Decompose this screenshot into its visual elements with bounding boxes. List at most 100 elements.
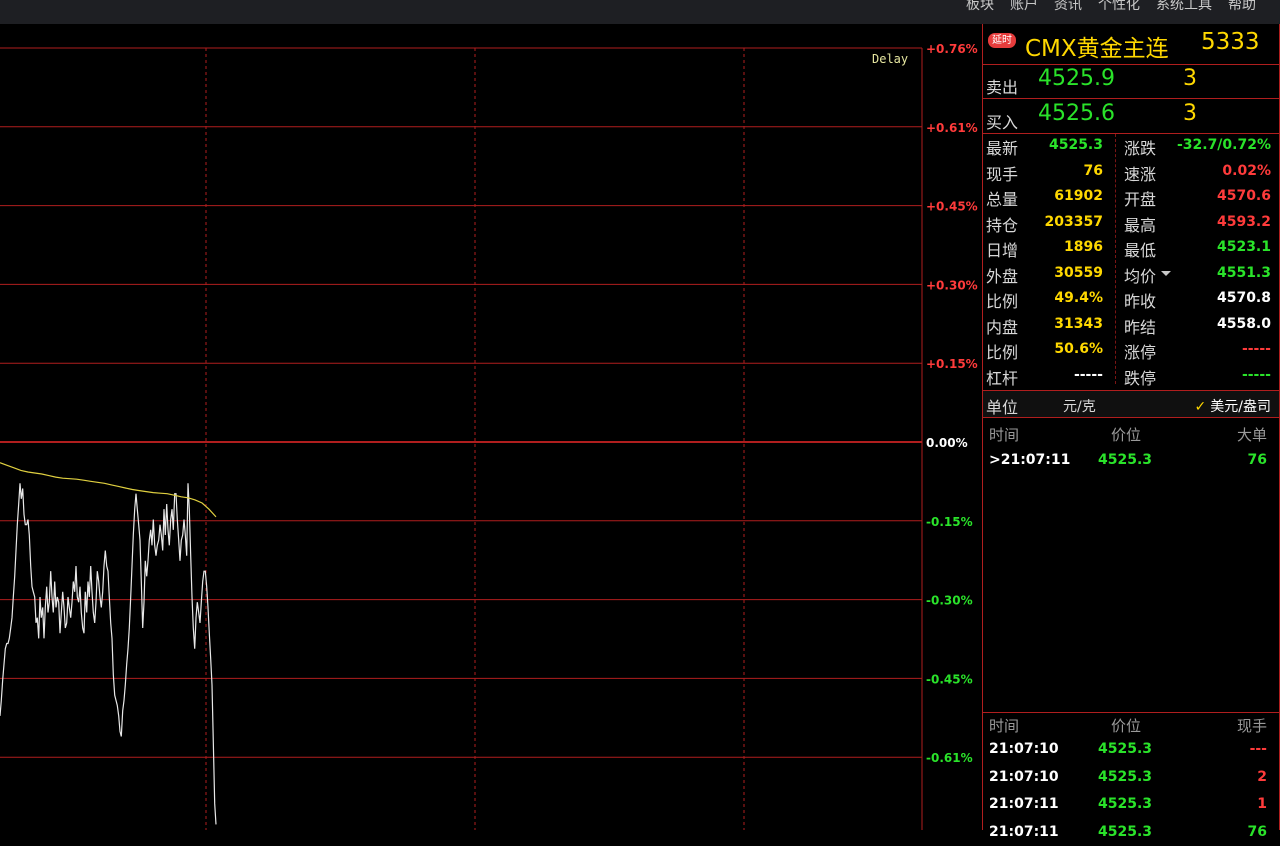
quote-field-label: 开盘	[1124, 190, 1157, 209]
quote-row: 总量 61902 开盘 4570.6	[983, 183, 1279, 209]
percent-tick-label: -0.45%	[926, 672, 973, 686]
big-order-header-qty: 大单	[1236, 426, 1267, 444]
tick-row-price: 4525.3	[1098, 741, 1153, 757]
unit-label: 单位	[986, 398, 1019, 417]
tick-row-qty: ---	[1249, 741, 1267, 757]
tick-header-qty: 现手	[1236, 717, 1267, 735]
quote-field-value: 4570.8	[1216, 290, 1271, 306]
unit-option-usd-ounce-label: 美元/盎司	[1210, 399, 1271, 415]
unit-option-yuan-gram[interactable]: 元/克	[1063, 396, 1096, 416]
quote-field-label: 涨跌	[1124, 139, 1157, 158]
top-menu-bar: 板块 账户 资讯 个性化 系统工具 帮助	[0, 0, 1280, 24]
quote-field-label: 跌停	[1124, 368, 1157, 388]
tick-header: 时间 价位 现手	[983, 713, 1279, 737]
ask-price: 4525.9	[1038, 66, 1115, 91]
tick-row[interactable]: 21:07:10 4525.3 ---	[983, 737, 1279, 763]
menu-personalize[interactable]: 个性化	[1098, 0, 1140, 14]
tick-row-time: 21:07:11	[989, 796, 1059, 812]
instrument-name: CMX黄金主连	[1025, 36, 1169, 62]
quote-field-label: 涨停	[1124, 343, 1157, 362]
big-order-row-time: >21:07:11	[989, 452, 1071, 468]
tick-row[interactable]: 21:07:11 4525.3 76	[983, 820, 1279, 846]
percent-tick-label: +0.15%	[926, 357, 978, 371]
quote-field-value: 1896	[1064, 239, 1103, 255]
bid-row[interactable]: 买入 4525.6 3	[983, 99, 1279, 134]
quote-field-label: 比例	[986, 292, 1019, 311]
quote-field-value: 203357	[1044, 213, 1103, 230]
quote-row: 现手 76 速涨 0.02%	[983, 158, 1279, 184]
percent-tick-label: -0.15%	[926, 515, 973, 529]
percent-tick-label: +0.45%	[926, 200, 978, 214]
quote-field-label: 日增	[986, 241, 1019, 260]
quote-field-value: -32.7/0.72%	[1176, 137, 1271, 153]
big-order-row-price: 4525.3	[1098, 452, 1153, 468]
quote-field-label: 速涨	[1124, 164, 1157, 184]
tick-row-time: 21:07:11	[989, 823, 1059, 840]
quote-detail-table: 最新 4525.3 涨跌 -32.7/0.72% 现手 76 速涨 0.02% 总量 61902 开…	[983, 132, 1279, 388]
tick-row-qty: 2	[1257, 768, 1267, 785]
big-order-header-price: 价位	[1111, 426, 1142, 444]
quote-row: 杠杆 ----- 跌停 -----	[983, 362, 1279, 388]
menu-sector[interactable]: 板块	[966, 0, 994, 14]
quote-field-value: -----	[1241, 366, 1271, 383]
bid-label: 买入	[986, 113, 1019, 132]
percent-tick-label: -0.30%	[926, 594, 973, 608]
quote-field-label: 最低	[1124, 241, 1157, 260]
ask-label: 卖出	[986, 78, 1019, 97]
delay-label: Delay	[872, 52, 909, 66]
quote-row: 最新 4525.3 涨跌 -32.7/0.72%	[983, 132, 1279, 158]
tick-header-time: 时间	[989, 717, 1020, 735]
big-order-row-qty: 76	[1247, 452, 1267, 468]
menu-news[interactable]: 资讯	[1054, 0, 1082, 14]
intraday-chart[interactable]: +0.76% +0.61% +0.45% +0.30% +0.15% 0.00% -0.15…	[0, 24, 982, 830]
quote-row: 持仓 203357 最高 4593.2	[983, 209, 1279, 235]
quote-field-value: 4523.1	[1216, 239, 1271, 255]
tick-row[interactable]: 21:07:10 4525.3 2	[983, 765, 1279, 791]
quote-field-label: 内盘	[986, 317, 1019, 337]
ask-row[interactable]: 卖出 4525.9 3	[983, 64, 1279, 99]
tick-row-price: 4525.3	[1098, 796, 1153, 812]
quote-field-value: 4525.3	[1048, 137, 1103, 153]
big-order-row[interactable]: >21:07:11 4525.3 76	[983, 448, 1279, 474]
ask-qty: 3	[1183, 66, 1197, 91]
quote-field-value: 31343	[1054, 315, 1103, 332]
quote-field-value: -----	[1073, 366, 1103, 383]
quote-field-value: 0.02%	[1222, 162, 1271, 179]
tick-row[interactable]: 21:07:11 4525.3 1	[983, 792, 1279, 818]
delay-badge: 延时	[988, 33, 1016, 48]
percent-tick-label: -0.61%	[926, 751, 973, 765]
quote-row: 比例 50.6% 涨停 -----	[983, 336, 1279, 362]
tick-row-time: 21:07:10	[989, 768, 1059, 785]
quote-field-value: 49.4%	[1054, 290, 1103, 306]
tick-row-qty: 1	[1257, 796, 1267, 812]
big-order-header: 时间 价位 大单	[983, 422, 1279, 446]
quote-row: 内盘 31343 昨结 4558.0	[983, 311, 1279, 337]
quote-field-label: 比例	[986, 343, 1019, 362]
quote-field-value: 50.6%	[1054, 341, 1103, 357]
tick-row-price: 4525.3	[1098, 823, 1153, 840]
quote-field-label: 最新	[986, 139, 1019, 158]
quote-field-value: 30559	[1054, 264, 1103, 281]
check-icon: ✓	[1194, 399, 1207, 415]
quote-field-label: 最高	[1124, 215, 1157, 235]
unit-option-usd-ounce[interactable]: ✓ 美元/盎司	[1195, 396, 1271, 416]
quote-field-value: 4551.3	[1216, 264, 1271, 281]
main-menu: 板块 账户 资讯 个性化 系统工具 帮助	[966, 0, 1256, 14]
tick-row-qty: 76	[1247, 823, 1267, 840]
tick-row-time: 21:07:10	[989, 741, 1059, 757]
average-price-line	[0, 462, 217, 518]
quote-row: 日增 1896 最低 4523.1	[983, 234, 1279, 260]
tick-header-price: 价位	[1111, 717, 1142, 735]
menu-system-tools[interactable]: 系统工具	[1156, 0, 1212, 14]
quote-field-value: -----	[1241, 341, 1271, 357]
percent-tick-label: +0.30%	[926, 278, 978, 292]
menu-help[interactable]: 帮助	[1228, 0, 1256, 14]
quote-field-label: 总量	[986, 190, 1019, 209]
caret-down-icon[interactable]	[1161, 270, 1171, 276]
big-order-header-time: 时间	[989, 426, 1020, 444]
unit-selector: 单位 元/克 ✓ 美元/盎司	[983, 390, 1279, 418]
menu-account[interactable]: 账户	[1010, 0, 1038, 14]
quote-field-value: 61902	[1054, 188, 1103, 204]
quote-field-value: 4593.2	[1216, 213, 1271, 230]
quote-row: 外盘 30559 均价 4551.3	[983, 260, 1279, 286]
